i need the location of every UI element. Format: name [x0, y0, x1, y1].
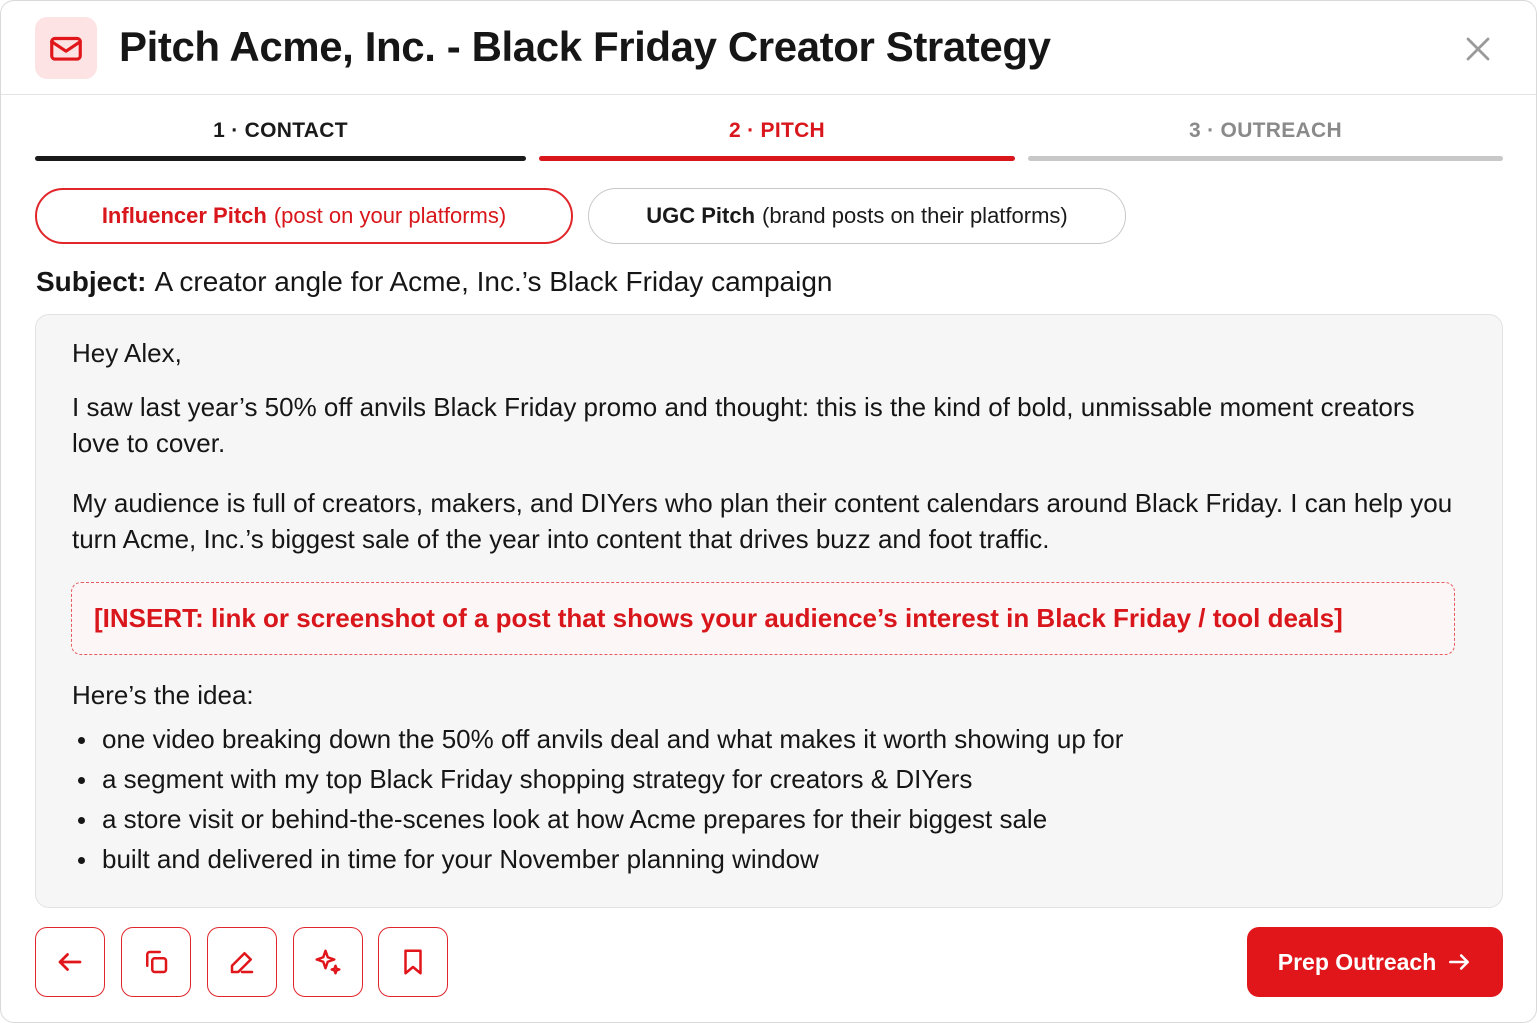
insert-placeholder-text: [INSERT: link or screenshot of a post th… — [94, 603, 1343, 633]
close-icon[interactable] — [1462, 33, 1494, 65]
mail-icon — [35, 17, 97, 79]
copy-icon — [141, 947, 171, 977]
step-outreach[interactable]: 3 · OUTREACH — [1028, 113, 1503, 161]
prep-outreach-button[interactable]: Prep Outreach — [1247, 927, 1503, 997]
pitch-type-name: Influencer Pitch — [101, 203, 267, 228]
step-contact[interactable]: 1 · CONTACT — [35, 113, 526, 161]
email-body[interactable]: Hey Alex, I saw last year’s 50% off anvi… — [35, 314, 1503, 908]
step-pitch[interactable]: 2 · PITCH — [539, 113, 1015, 161]
email-greeting: Hey Alex, — [72, 338, 182, 368]
page-title: Pitch Acme, Inc. - Black Friday Creator … — [119, 23, 1051, 70]
list-item: one video breaking down the 50% off anvi… — [72, 719, 1123, 759]
back-button[interactable] — [35, 927, 105, 997]
idea-label: Here’s the idea: — [72, 680, 254, 710]
list-item: built and delivered in time for your Nov… — [72, 839, 1123, 879]
list-item: a store visit or behind-the-scenes look … — [72, 799, 1123, 839]
pitch-modal: Pitch Acme, Inc. - Black Friday Creator … — [0, 0, 1537, 1023]
ai-rewrite-button[interactable] — [293, 927, 363, 997]
email-paragraph: My audience is full of creators, makers,… — [72, 488, 1453, 554]
copy-button[interactable] — [121, 927, 191, 997]
bookmark-button[interactable] — [378, 927, 448, 997]
list-item: a segment with my top Black Friday shopp… — [72, 759, 1123, 799]
sparkle-icon — [313, 947, 343, 977]
arrow-right-icon — [1446, 949, 1472, 975]
modal-header: Pitch Acme, Inc. - Black Friday Creator … — [1, 1, 1536, 95]
edit-button[interactable] — [207, 927, 277, 997]
pitch-type-detail: (post on your platforms) — [273, 203, 507, 228]
prep-outreach-label: Prep Outreach — [1277, 948, 1437, 975]
idea-list: one video breaking down the 50% off anvi… — [72, 719, 1123, 879]
step-progress-bar — [35, 156, 526, 161]
step-label: 3 · OUTREACH — [1189, 119, 1342, 142]
step-progress-bar — [1028, 156, 1503, 161]
bookmark-icon — [398, 947, 428, 977]
subject-value: A creator angle for Acme, Inc.’s Black F… — [154, 266, 833, 297]
subject-label: Subject: — [36, 266, 147, 297]
email-subject: Subject: A creator angle for Acme, Inc.’s… — [36, 266, 832, 298]
influencer-pitch-toggle[interactable]: Influencer Pitch (post on your platforms… — [35, 188, 573, 244]
pencil-icon — [227, 947, 257, 977]
pitch-type-name: UGC Pitch — [646, 203, 756, 228]
pitch-type-detail: (brand posts on their platforms) — [762, 203, 1068, 228]
step-label: 1 · CONTACT — [213, 119, 348, 142]
email-paragraph: I saw last year’s 50% off anvils Black F… — [72, 392, 1415, 458]
step-progress-bar — [539, 156, 1015, 161]
ugc-pitch-toggle[interactable]: UGC Pitch (brand posts on their platform… — [588, 188, 1126, 244]
insert-placeholder[interactable]: [INSERT: link or screenshot of a post th… — [71, 582, 1455, 655]
stepper: 1 · CONTACT 2 · PITCH 3 · OUTREACH — [35, 113, 1503, 161]
back-arrow-icon — [55, 947, 85, 977]
step-label: 2 · PITCH — [728, 119, 826, 142]
